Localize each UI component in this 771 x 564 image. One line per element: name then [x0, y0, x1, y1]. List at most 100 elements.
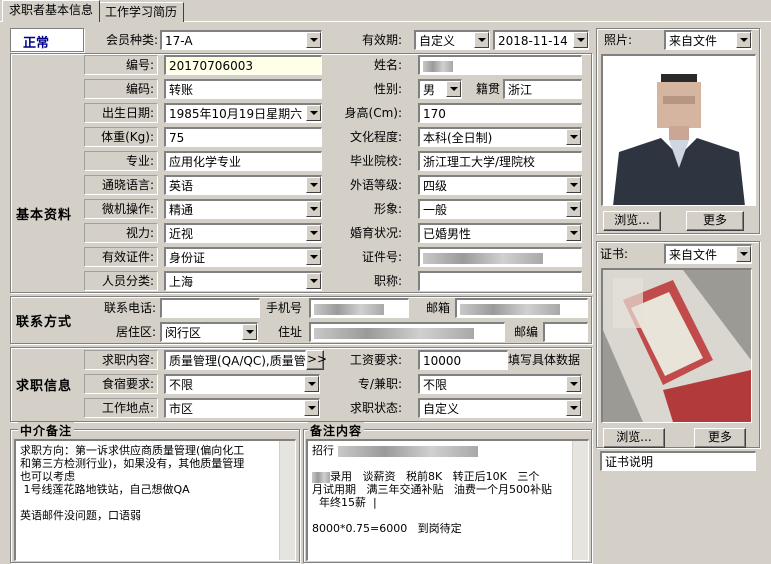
major-field[interactable]: 应用化学专业: [164, 151, 322, 171]
birth-label: 出生日期:: [84, 103, 158, 123]
photo-more-button[interactable]: 更多: [686, 211, 744, 231]
weight-label: 体重(Kg):: [84, 127, 158, 147]
remarks-scrollbar[interactable]: [572, 441, 588, 560]
person-photo-icon: [603, 56, 755, 205]
id-number-field[interactable]: [418, 247, 582, 267]
salary-hint: 填写具体数据: [508, 353, 581, 367]
agent-notes-scrollbar[interactable]: [279, 441, 295, 560]
cert-more-button[interactable]: 更多: [694, 428, 746, 448]
agent-notes-memo[interactable]: 求职方向：第一诉求供应商质量管理(偏向化工 和第三方检测行业)，如果没有，其他质…: [14, 439, 296, 561]
title-field[interactable]: [418, 271, 582, 291]
photo-image: [601, 54, 756, 206]
tab-work-history[interactable]: 工作学习简历: [98, 2, 185, 22]
location-label: 工作地点:: [84, 398, 158, 418]
zip-field[interactable]: [543, 322, 588, 342]
salary-field[interactable]: 10000: [418, 350, 508, 370]
chevron-down-icon: [566, 225, 581, 241]
category-select[interactable]: 上海: [164, 271, 322, 291]
id-type-label: 有效证件:: [84, 247, 158, 267]
chevron-down-icon: [566, 376, 581, 392]
appearance-label: 形象:: [373, 202, 402, 216]
cert-browse-button[interactable]: 浏览...: [603, 428, 665, 448]
chevron-down-icon: [306, 105, 321, 121]
code-field[interactable]: 转账: [164, 79, 322, 99]
district-select[interactable]: 闵行区: [160, 322, 258, 342]
chevron-down-icon: [446, 81, 461, 97]
marital-select[interactable]: 已婚男性: [418, 223, 582, 243]
chevron-down-icon: [304, 400, 319, 416]
email-label: 邮箱: [425, 301, 450, 315]
school-label: 毕业院校:: [349, 154, 402, 168]
remarks-line-3: 月试用期 满三年交通补贴 油费一个月500补贴: [312, 483, 552, 496]
gender-select[interactable]: 男: [418, 79, 462, 99]
serial-field[interactable]: 20170706003: [164, 55, 322, 75]
height-field[interactable]: 170: [418, 103, 582, 123]
native-field[interactable]: 浙江: [503, 79, 582, 99]
parttime-select[interactable]: 不限: [418, 374, 582, 394]
name-label: 姓名:: [373, 58, 402, 72]
remarks-line-1: 招行: [312, 444, 568, 457]
job-state-select[interactable]: 自定义: [418, 398, 582, 418]
mobile-label: 手机号: [265, 301, 302, 315]
cert-description-field[interactable]: 证书说明: [600, 451, 756, 471]
validity-date-picker[interactable]: 2018-11-14: [493, 30, 589, 50]
school-field[interactable]: 浙江理工大学/理院校: [418, 151, 582, 171]
email-field[interactable]: [455, 298, 588, 318]
serial-label: 编号:: [84, 55, 158, 75]
phone-label: 联系电话:: [103, 301, 156, 315]
chevron-down-icon: [242, 324, 257, 340]
validity-mode-select[interactable]: 自定义: [414, 30, 490, 50]
validity-label: 有效期:: [361, 33, 402, 47]
foreign-level-select[interactable]: 四级: [418, 175, 582, 195]
chevron-down-icon: [566, 201, 581, 217]
salary-label: 工资要求:: [349, 353, 402, 367]
member-type-select[interactable]: 17-A: [160, 30, 322, 50]
id-type-select[interactable]: 身份证: [164, 247, 322, 267]
pc-skill-select[interactable]: 精通: [164, 199, 322, 219]
edu-select[interactable]: 本科(全日制): [418, 127, 582, 147]
remarks-line-5: 8000*0.75=6000 到岗待定: [312, 522, 462, 535]
chevron-down-icon: [474, 32, 489, 48]
major-label: 专业:: [84, 151, 158, 171]
native-label: 籍贯: [475, 82, 500, 96]
photo-browse-button[interactable]: 浏览...: [603, 211, 661, 231]
location-select[interactable]: 市区: [164, 398, 320, 418]
id-number-label: 证件号:: [361, 250, 402, 264]
chevron-down-icon: [304, 376, 319, 392]
cert-source-select[interactable]: 来自文件: [664, 244, 752, 264]
vision-select[interactable]: 近视: [164, 223, 322, 243]
tab-bar: 求职者基本信息 工作学习简历: [0, 0, 771, 22]
section-job: 求职信息: [16, 379, 73, 394]
tab-basic-info[interactable]: 求职者基本信息: [2, 0, 101, 22]
district-label: 居住区:: [115, 325, 156, 339]
chevron-down-icon: [306, 32, 321, 48]
job-content-field[interactable]: 质量管理(QA/QC),质量管: [164, 350, 306, 370]
name-field[interactable]: [418, 55, 582, 75]
remarks-memo[interactable]: 招行 录用 谈薪资 税前8K 转正后10K 三个 月试用期 满三年交通补贴 油费…: [306, 439, 589, 561]
chevron-down-icon: [573, 32, 588, 48]
mobile-field[interactable]: [309, 298, 409, 318]
zip-label: 邮编: [513, 325, 538, 339]
board-select[interactable]: 不限: [164, 374, 320, 394]
birth-date-picker[interactable]: 1985年10月19日星期六: [164, 103, 322, 123]
appearance-select[interactable]: 一般: [418, 199, 582, 219]
phone-field[interactable]: [160, 298, 260, 318]
parttime-label: 专/兼职:: [357, 377, 402, 391]
status-text: 正常: [23, 36, 50, 51]
section-remarks: 备注内容: [308, 422, 365, 439]
board-label: 食宿要求:: [84, 374, 158, 394]
language-select[interactable]: 英语: [164, 175, 322, 195]
section-basic: 基本资料: [16, 208, 73, 223]
photo-source-select[interactable]: 来自文件: [664, 30, 752, 50]
job-content-more-button[interactable]: >>: [306, 350, 327, 370]
chevron-down-icon: [306, 177, 321, 193]
foreign-level-label: 外语等级:: [349, 178, 402, 192]
certificate-photo-icon: [603, 270, 751, 422]
title-label: 职称:: [373, 274, 402, 288]
chevron-down-icon: [306, 249, 321, 265]
code-label: 编码:: [84, 79, 158, 99]
height-label: 身高(Cm):: [344, 106, 402, 120]
weight-field[interactable]: 75: [164, 127, 322, 147]
chevron-down-icon: [566, 400, 581, 416]
address-field[interactable]: [309, 322, 505, 342]
